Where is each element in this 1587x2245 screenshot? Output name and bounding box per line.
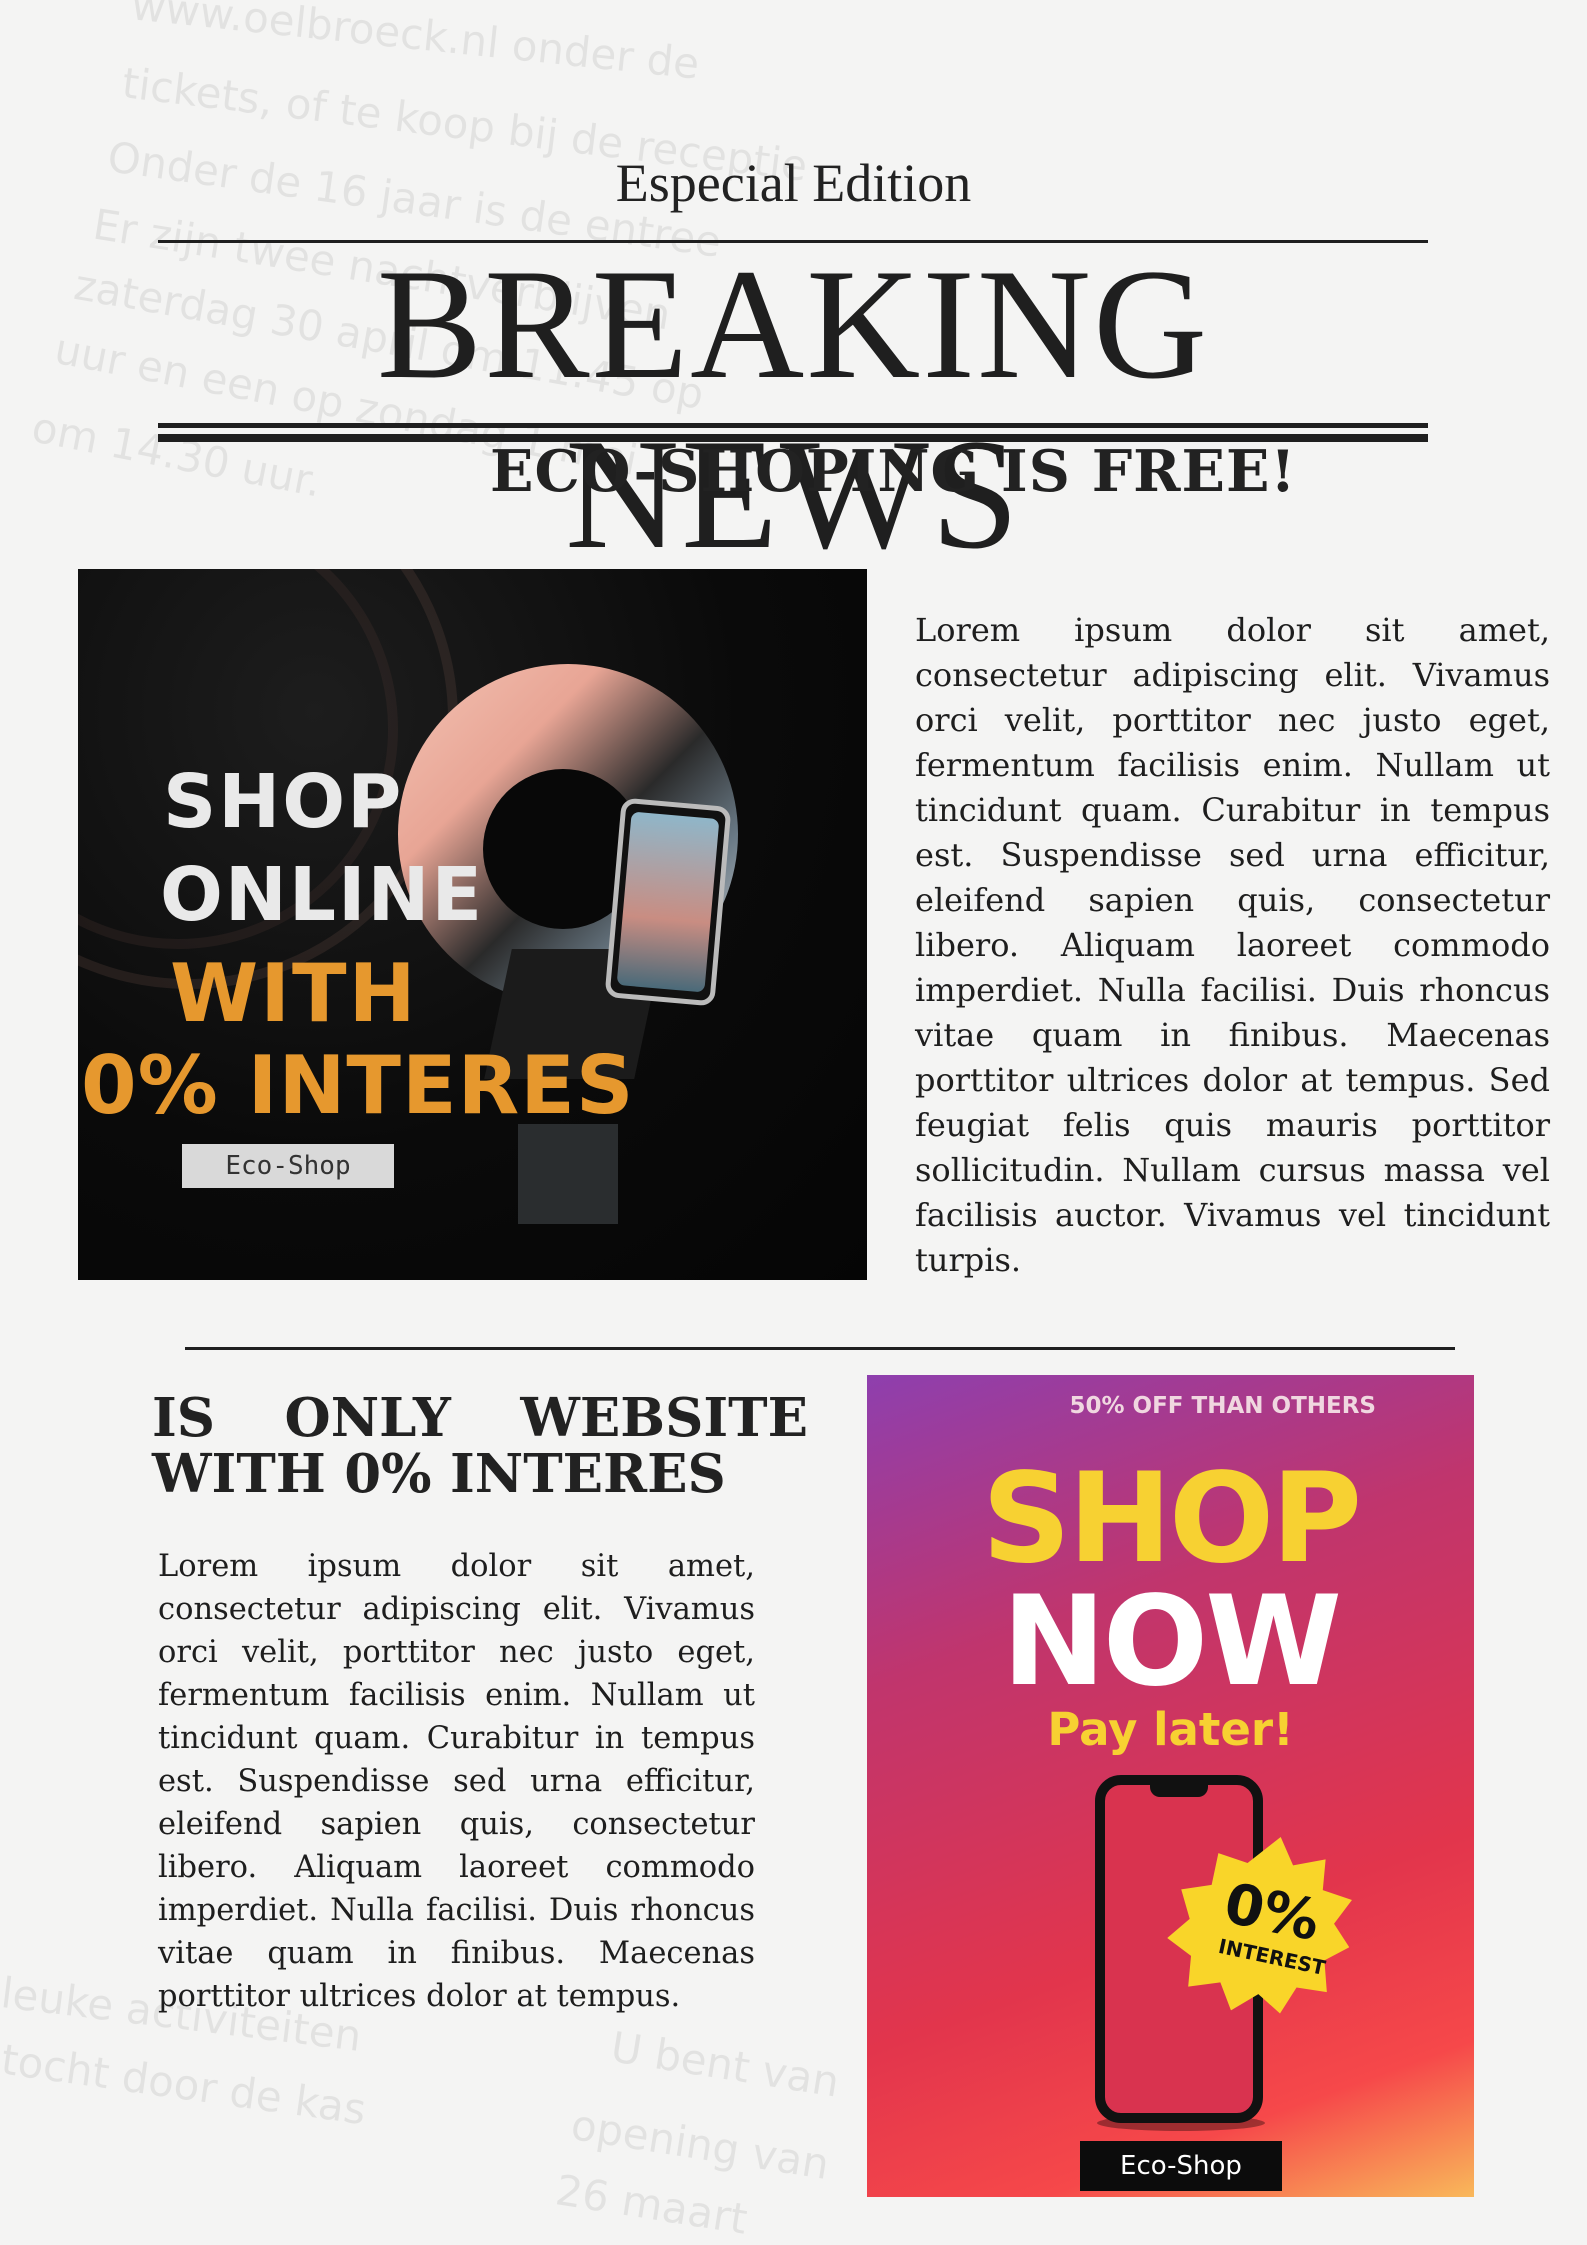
section-heading: IS ONLY WEBSITE WITH 0% INTERES bbox=[152, 1390, 808, 1502]
ad-discount-text: 50% OFF THAN OTHERS bbox=[1069, 1393, 1376, 1419]
shop-online-ad-image: SHOP ONLINE WITH 0% INTERES Eco-Shop bbox=[78, 569, 867, 1280]
ad-line-shop: SHOP bbox=[163, 759, 404, 845]
smartphone-screen bbox=[616, 811, 720, 993]
ad-now-text: NOW bbox=[1002, 1570, 1342, 1714]
question-mark-dot bbox=[518, 1124, 618, 1224]
page-title: BREAKING NEWS bbox=[376, 237, 1210, 582]
ad-line-interest: 0% INTERES bbox=[81, 1039, 635, 1132]
smartphone-icon bbox=[604, 797, 732, 1007]
ad-line-with: WITH bbox=[170, 947, 418, 1040]
phone-notch bbox=[1150, 1783, 1208, 1797]
edition-label: Especial Edition bbox=[615, 153, 972, 213]
section-heading-line-2: WITH 0% INTERES bbox=[152, 1443, 726, 1505]
article-body-1: Lorem ipsum dolor sit amet, consectetur … bbox=[915, 611, 1550, 1279]
background-text: opening van bbox=[567, 2099, 833, 2190]
background-text: 26 maart bbox=[552, 2165, 751, 2244]
ad-pay-later-text: Pay later! bbox=[1047, 1703, 1294, 1756]
double-rule-upper bbox=[158, 423, 1428, 428]
shop-now-ad-image: 50% OFF THAN OTHERS SHOP NOW Pay later! … bbox=[867, 1375, 1474, 2197]
eco-shop-badge: Eco-Shop bbox=[182, 1144, 394, 1188]
background-text: U bent van bbox=[607, 2022, 843, 2107]
background-text: tocht door de kas bbox=[0, 2034, 370, 2135]
section-divider bbox=[185, 1347, 1455, 1350]
background-text: www.oelbroeck.nl onder de bbox=[129, 0, 702, 89]
ad-line-online: ONLINE bbox=[160, 852, 485, 938]
section-heading-line-1: IS ONLY WEBSITE bbox=[152, 1387, 808, 1449]
eco-shop-badge: Eco-Shop bbox=[1080, 2141, 1282, 2191]
subheadline: ECO-SHOPING IS FREE! bbox=[490, 438, 1297, 505]
article-body-2: Lorem ipsum dolor sit amet, consectetur … bbox=[158, 1549, 755, 2014]
